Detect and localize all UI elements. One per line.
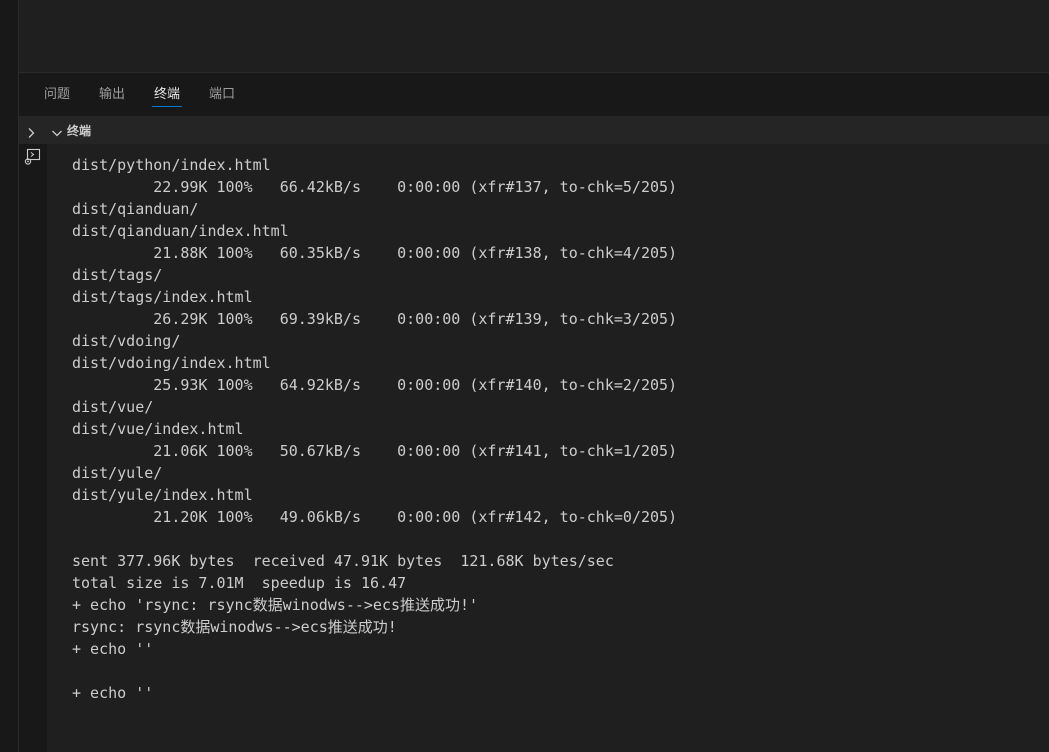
terminal-line: dist/tags/ xyxy=(72,266,163,284)
terminal-line: dist/yule/ xyxy=(72,464,163,482)
chevron-down-icon[interactable] xyxy=(51,124,63,137)
terminal-line: + echo 'rsync: rsync数据winodws-->ecs推送成功!… xyxy=(72,596,479,614)
terminal-line: dist/tags/index.html xyxy=(72,288,253,306)
terminal-icon[interactable] xyxy=(23,148,41,166)
section-title: 终端 xyxy=(67,123,92,138)
terminal-line: + echo '' xyxy=(72,684,154,702)
terminal-line: dist/vdoing/ xyxy=(72,332,181,350)
terminal-line: 22.99K 100% 66.42kB/s 0:00:00 (xfr#137, … xyxy=(72,178,678,196)
terminal-line: dist/qianduan/ xyxy=(72,200,199,218)
tab-terminal[interactable]: 终端 xyxy=(152,73,183,116)
terminal-line: dist/qianduan/index.html xyxy=(72,222,289,240)
terminal-tabs-gutter xyxy=(19,144,47,752)
tab-ports[interactable]: 端口 xyxy=(209,73,235,116)
chevron-right-icon[interactable] xyxy=(25,124,37,138)
terminal-line: rsync: rsync数据winodws-->ecs推送成功! xyxy=(72,618,397,636)
terminal-line: 25.93K 100% 64.92kB/s 0:00:00 (xfr#140, … xyxy=(72,376,678,394)
terminal-line: dist/vue/ xyxy=(72,398,154,416)
terminal-line: dist/python/index.html xyxy=(72,156,271,174)
bottom-panel: 问题 输出 终端 端口 终端 dist/python/index.html 22… xyxy=(19,73,1049,752)
terminal-line: 26.29K 100% 69.39kB/s 0:00:00 (xfr#139, … xyxy=(72,310,678,328)
tab-problems[interactable]: 问题 xyxy=(44,73,70,116)
terminal-line: 21.88K 100% 60.35kB/s 0:00:00 (xfr#138, … xyxy=(72,244,678,262)
terminal-line: 21.06K 100% 50.67kB/s 0:00:00 (xfr#141, … xyxy=(72,442,678,460)
terminal-line: dist/vdoing/index.html xyxy=(72,354,271,372)
terminal-line: total size is 7.01M speedup is 16.47 xyxy=(72,574,407,592)
terminal-line: sent 377.96K bytes received 47.91K bytes… xyxy=(72,552,614,570)
terminal-line: + echo '' xyxy=(72,640,154,658)
terminal-output[interactable]: dist/python/index.html 22.99K 100% 66.42… xyxy=(47,144,1049,752)
tab-output[interactable]: 输出 xyxy=(99,73,125,116)
terminal-section-header[interactable]: 终端 xyxy=(19,116,1049,144)
editor-area xyxy=(19,0,1049,73)
panel-tabs: 问题 输出 终端 端口 xyxy=(19,73,1049,116)
terminal-line: 21.20K 100% 49.06kB/s 0:00:00 (xfr#142, … xyxy=(72,508,678,526)
terminal-line: dist/yule/index.html xyxy=(72,486,253,504)
vscode-window: 问题 输出 终端 端口 终端 dist/python/index.html 22… xyxy=(0,0,1049,752)
terminal-line: dist/vue/index.html xyxy=(72,420,244,438)
activity-bar xyxy=(0,0,19,752)
